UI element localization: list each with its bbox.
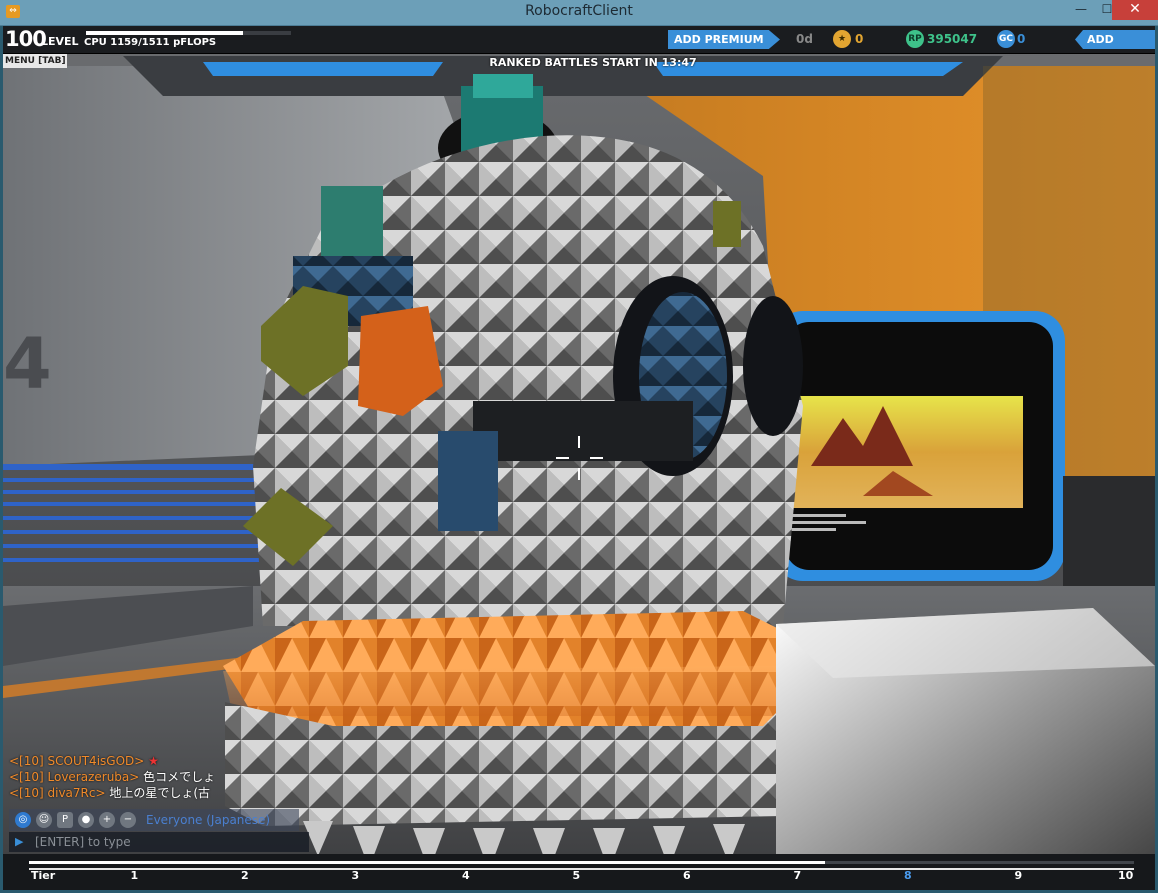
chat-line: <[10] Loverazeruba> 色コメでしょ bbox=[9, 769, 369, 785]
chat-line: <[10] diva7Rc> 地上の星でしょ(古 bbox=[9, 785, 369, 801]
chat-sender: <[10] Loverazeruba> bbox=[9, 770, 140, 784]
chat-message: ★ bbox=[148, 754, 159, 768]
tier-tick-2: 2 bbox=[241, 869, 249, 882]
add-funds-button[interactable]: ADD FUNDS bbox=[1075, 30, 1155, 49]
level-label: LEVEL bbox=[41, 35, 79, 48]
tier-tick-3: 3 bbox=[351, 869, 360, 882]
add-premium-button[interactable]: ADD PREMIUM bbox=[668, 30, 780, 49]
tier-tick-1: 1 bbox=[130, 869, 139, 882]
chat-channel-label[interactable]: Everyone (Japanese) bbox=[146, 813, 270, 827]
galaxy-coins-icon: GC bbox=[997, 30, 1015, 48]
tier-tick-4: 4 bbox=[462, 869, 470, 882]
galaxy-coins-value: 0 bbox=[1017, 32, 1026, 46]
star-icon: ★ bbox=[833, 30, 851, 48]
game-viewport[interactable]: 4 100 LEVEL CPU 1159/1511 pFLOPS ADD PRE… bbox=[3, 26, 1155, 890]
menu-tab-button[interactable]: MENU [TAB] bbox=[3, 54, 67, 68]
wall-number: 4 bbox=[3, 323, 52, 405]
tier-bar: Tier 1 2 3 4 5 6 7 8 9 10 bbox=[3, 854, 1155, 890]
tier-label: Tier bbox=[31, 869, 56, 882]
tier-tick-5: 5 bbox=[572, 869, 581, 882]
cpu-bar-fill bbox=[86, 31, 244, 35]
chat-input[interactable]: ▶ [ENTER] to type bbox=[9, 832, 309, 852]
minimize-button[interactable]: — bbox=[1068, 0, 1094, 20]
friend-add-icon[interactable]: + bbox=[99, 812, 115, 828]
friend-remove-icon[interactable]: − bbox=[120, 812, 136, 828]
cpu-readout: CPU 1159/1511 pFLOPS bbox=[84, 37, 217, 48]
chat-sender: <[10] diva7Rc> bbox=[9, 786, 106, 800]
tier-tick-9: 9 bbox=[1014, 869, 1023, 882]
tier-progress-fill bbox=[29, 861, 825, 864]
tier-track bbox=[29, 868, 1134, 870]
player-level: 100 bbox=[5, 27, 47, 51]
chat-line: <[10] SCOUT4isGOD> ★ bbox=[9, 753, 369, 769]
globe-icon[interactable]: ◎ bbox=[15, 812, 31, 828]
friend-icon[interactable]: ● bbox=[78, 812, 94, 828]
person-icon[interactable]: ☺ bbox=[36, 812, 52, 828]
window-title: RobocraftClient bbox=[525, 3, 633, 19]
close-button[interactable]: ✕ bbox=[1112, 0, 1158, 20]
chat-log: <[10] SCOUT4isGOD> ★ <[10] Loverazeruba>… bbox=[9, 753, 369, 801]
game-window: ⇔ RobocraftClient — ☐ ✕ 4 100 LEVEL CPU … bbox=[0, 0, 1158, 893]
title-bar: ⇔ RobocraftClient — ☐ ✕ bbox=[0, 0, 1158, 26]
cpu-bar bbox=[86, 31, 291, 35]
party-icon[interactable]: P bbox=[57, 812, 73, 828]
robot-points-icon: RP bbox=[906, 30, 924, 48]
robot-points-value: 395047 bbox=[927, 32, 978, 46]
tier-tick-8: 8 bbox=[904, 869, 912, 882]
chat-input-placeholder: [ENTER] to type bbox=[35, 835, 131, 849]
chat-message: 地上の星でしょ(古 bbox=[109, 786, 211, 800]
ranked-battles-timer: RANKED BATTLES START IN 13:47 bbox=[489, 56, 697, 69]
chat-channel-bar: ◎ ☺ P ● + − Everyone (Japanese) bbox=[9, 809, 299, 831]
premium-days: 0d bbox=[796, 32, 813, 46]
tier-progress bbox=[29, 861, 1134, 864]
top-hud: 100 LEVEL CPU 1159/1511 pFLOPS ADD PREMI… bbox=[3, 26, 1155, 54]
chat-prompt-icon: ▶ bbox=[15, 835, 24, 848]
tier-tick-10: 10 bbox=[1118, 869, 1134, 882]
chat-sender: <[10] SCOUT4isGOD> bbox=[9, 754, 145, 768]
tier-tick-7: 7 bbox=[793, 869, 802, 882]
chat-message: 色コメでしょ bbox=[143, 770, 216, 784]
tier-tick-6: 6 bbox=[683, 869, 691, 882]
stars-value: 0 bbox=[855, 32, 864, 46]
